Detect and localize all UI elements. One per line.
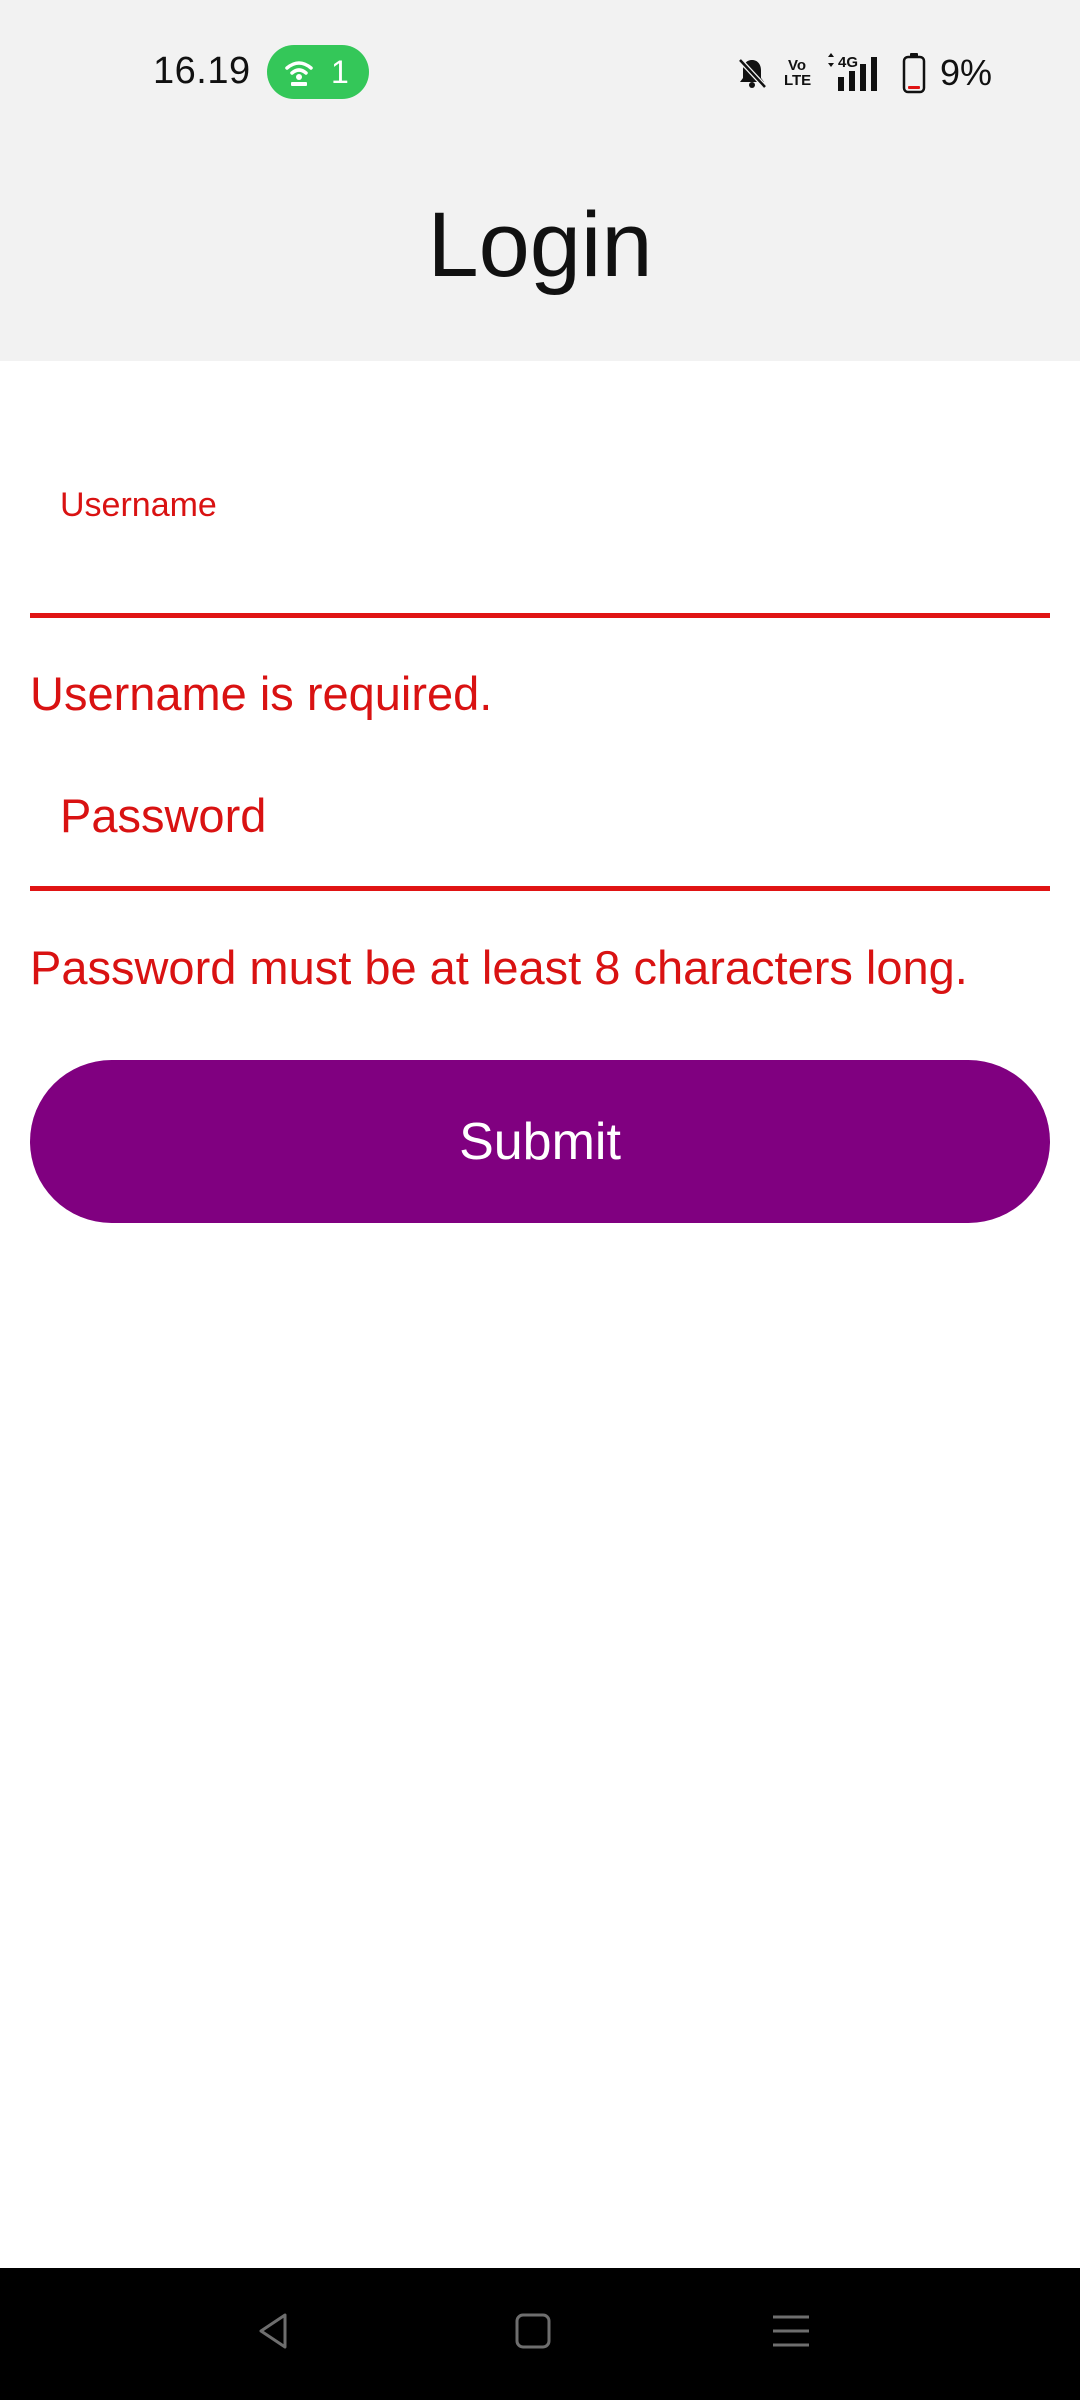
home-icon (513, 2311, 553, 2356)
username-label: Username (60, 486, 217, 524)
login-screen: 16.19 1 Vo LTE 4G 9% Login Username User… (0, 0, 1080, 2400)
navigation-bar (0, 2268, 1080, 2400)
top-app-area: 16.19 1 Vo LTE 4G 9% Login (0, 0, 1080, 361)
password-error: Password must be at least 8 characters l… (30, 941, 968, 994)
hotspot-count: 1 (331, 53, 349, 90)
back-button[interactable] (240, 2298, 310, 2368)
password-underline (30, 886, 1050, 891)
home-button[interactable] (498, 2298, 568, 2368)
battery-percent: 9% (939, 52, 992, 93)
mute-bell-icon (734, 55, 770, 91)
status-icons: Vo LTE 4G 9% (734, 48, 992, 98)
username-underline (30, 613, 1050, 618)
submit-button[interactable]: Submit (30, 1060, 1050, 1223)
battery-icon (902, 52, 926, 94)
username-error: Username is required. (30, 667, 493, 720)
back-icon (255, 2311, 295, 2356)
volte-icon: Vo LTE (783, 58, 812, 89)
network-label: 4G (838, 54, 858, 71)
status-time: 16.19 (153, 50, 251, 92)
status-bar: 16.19 1 Vo LTE 4G 9% (0, 0, 1080, 145)
password-placeholder: Password (60, 789, 267, 842)
page-title: Login (427, 194, 653, 296)
hotspot-pill[interactable]: 1 (267, 45, 369, 99)
recents-button[interactable] (756, 2298, 826, 2368)
signal-icon: 4G (824, 53, 888, 93)
username-input[interactable] (30, 530, 1050, 610)
recents-menu-icon (771, 2311, 811, 2356)
volte-label-bottom: LTE (783, 72, 812, 89)
wifi-hotspot-icon (283, 56, 315, 88)
